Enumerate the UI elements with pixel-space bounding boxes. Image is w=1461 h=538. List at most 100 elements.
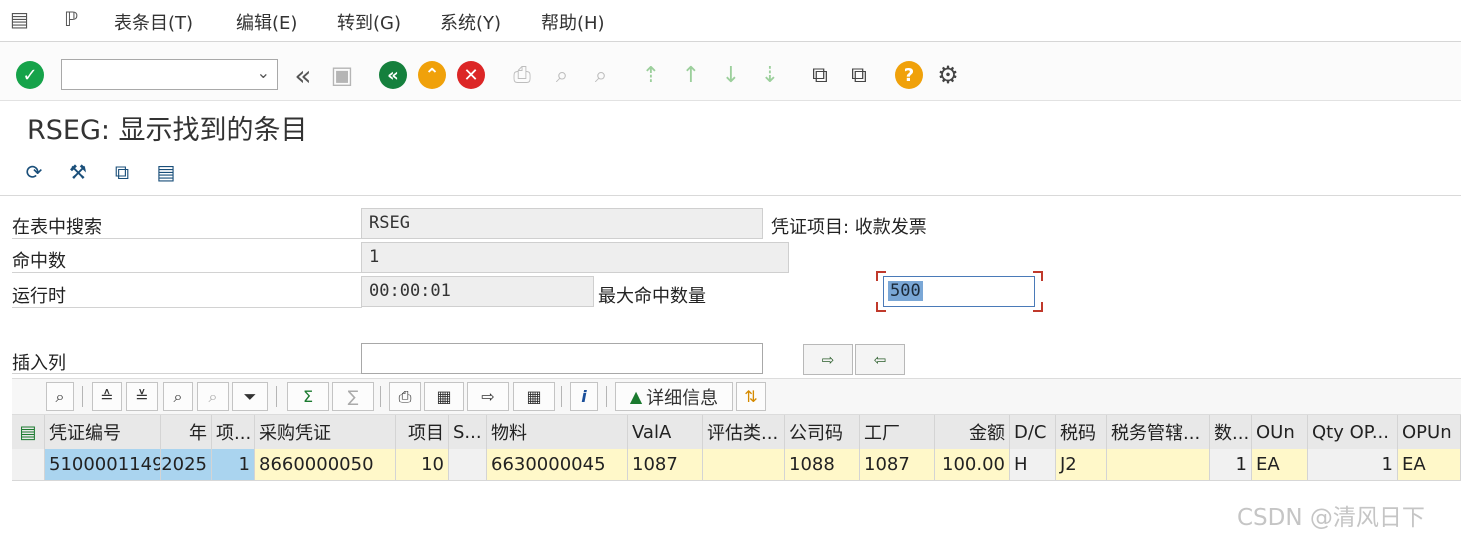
menu-item-system[interactable]: 系统(Y) — [440, 9, 501, 35]
document-icon[interactable]: ▤ — [152, 158, 180, 186]
layout-icon: ▦ — [526, 387, 542, 406]
cancel-button[interactable]: ✕ — [456, 60, 486, 90]
column-header[interactable]: 数... — [1210, 415, 1252, 449]
table-cell[interactable]: J2 — [1056, 449, 1107, 480]
menu-item-edit[interactable]: 编辑(E) — [236, 9, 297, 35]
last-page-icon[interactable]: ⇣ — [755, 60, 785, 90]
select-all-icon[interactable]: ▤ — [12, 415, 45, 449]
table-cell[interactable]: 1 — [1210, 449, 1252, 480]
table-cell[interactable]: 1 — [212, 449, 255, 480]
back-double-chevron-icon[interactable]: « — [288, 59, 318, 92]
menu-icon[interactable]: ▤ — [10, 7, 29, 31]
menu-item-help[interactable]: 帮助(H) — [541, 9, 605, 35]
binoculars-icon: ⌕ — [173, 386, 183, 406]
table-cell[interactable]: 1087 — [628, 449, 703, 480]
find-next-button[interactable]: ⌕ — [197, 382, 229, 411]
previous-page-icon[interactable]: ↑ — [676, 60, 706, 90]
column-header[interactable]: 公司码 — [785, 415, 860, 449]
command-field[interactable]: ⌄ — [61, 59, 278, 90]
runtime-field: 00:00:01 — [361, 276, 594, 307]
sort-direction-button[interactable]: ⇅ — [736, 382, 766, 411]
find-icon[interactable]: ⌕ — [547, 60, 577, 90]
column-header[interactable]: 物料 — [487, 415, 628, 449]
separator — [276, 386, 277, 407]
insert-column-button[interactable]: ⇨ — [803, 344, 853, 375]
info-button[interactable]: i — [570, 382, 598, 411]
column-header[interactable]: D/C — [1010, 415, 1056, 449]
column-header[interactable]: 采购凭证 — [255, 415, 396, 449]
grid-toolbar: ⌕ ≙ ≚ ⌕ ⌕ ⏷ Σ ∑ ⎙ ▦ ⇨ ▦ i ▲ 详细信息 ⇅ — [12, 378, 1461, 415]
watermark: CSDN @清风日下 — [1237, 505, 1425, 531]
table-cell[interactable]: 6630000045 — [487, 449, 628, 480]
table-cell[interactable]: 100.00 — [935, 449, 1010, 480]
print-preview-button[interactable]: ⎙ — [389, 382, 421, 411]
table-cell[interactable] — [1107, 449, 1210, 480]
column-header[interactable]: 工厂 — [860, 415, 935, 449]
filter-button[interactable]: ⏷ — [232, 382, 268, 411]
menu-item-goto[interactable]: 转到(G) — [337, 9, 401, 35]
puzzle-icon[interactable]: ⧉ — [108, 158, 136, 186]
column-header[interactable]: 税务管辖... — [1107, 415, 1210, 449]
sort-direction-icon: ⇅ — [744, 387, 758, 406]
column-header[interactable]: 项目 — [396, 415, 449, 449]
subtotal-button[interactable]: ∑ — [332, 382, 374, 411]
column-header[interactable]: 税码 — [1056, 415, 1107, 449]
next-page-icon[interactable]: ↓ — [716, 60, 746, 90]
print-icon[interactable]: ⎙ — [507, 60, 537, 90]
exit-button[interactable]: ⌃ — [417, 60, 447, 90]
create-session-icon[interactable]: ⧉ — [805, 60, 835, 90]
table-cell[interactable]: 10 — [396, 449, 449, 480]
column-header[interactable]: S... — [449, 415, 487, 449]
column-header[interactable]: 评估类... — [703, 415, 785, 449]
views-button[interactable]: ▦ — [424, 382, 464, 411]
chevron-down-icon[interactable]: ⌄ — [257, 63, 270, 82]
table-cell[interactable]: 1087 — [860, 449, 935, 480]
row-selector[interactable] — [12, 449, 45, 480]
refresh-icon[interactable]: ⟳ — [20, 158, 48, 186]
help-button[interactable]: ? — [894, 60, 924, 90]
column-header[interactable]: 年 — [161, 415, 212, 449]
sort-ascending-button[interactable]: ≙ — [92, 382, 122, 411]
save-icon[interactable]: ▣ — [327, 60, 357, 90]
table-cell[interactable]: EA — [1252, 449, 1308, 480]
table-row[interactable]: 5100001149 2025 1 8660000050 10 66300000… — [12, 449, 1461, 481]
sort-descending-button[interactable]: ≚ — [126, 382, 158, 411]
details-button[interactable]: ▲ 详细信息 — [615, 382, 733, 411]
total-button[interactable]: Σ — [287, 382, 329, 411]
export-button[interactable]: ⇨ — [467, 382, 509, 411]
table-cell[interactable]: 8660000050 — [255, 449, 396, 480]
shortcut-icon[interactable]: ⧉ — [844, 60, 874, 90]
menu-item-table-entry[interactable]: 表条目(T) — [114, 9, 193, 35]
runtime-label: 运行时 — [12, 286, 66, 307]
detail-view-button[interactable]: ⌕ — [46, 382, 74, 411]
max-hits-input[interactable]: 500 — [883, 276, 1035, 307]
gear-icon[interactable]: ⚙ — [933, 60, 963, 90]
find-button[interactable]: ⌕ — [163, 382, 193, 411]
column-header[interactable]: 凭证编号 — [45, 415, 161, 449]
help-icon: ? — [895, 61, 923, 89]
layout-button[interactable]: ▦ — [513, 382, 555, 411]
table-cell[interactable] — [449, 449, 487, 480]
back-button[interactable]: « — [378, 60, 408, 90]
table-cell[interactable]: H — [1010, 449, 1056, 480]
enter-button[interactable]: ✓ — [15, 60, 45, 90]
first-page-icon[interactable]: ⇡ — [636, 60, 666, 90]
table-cell[interactable]: 2025 — [161, 449, 212, 480]
more-icon[interactable]: ℙ — [64, 7, 78, 31]
table-cell[interactable]: 5100001149 — [45, 449, 161, 480]
column-header[interactable]: ValA — [628, 415, 703, 449]
column-header[interactable]: 金额 — [935, 415, 1010, 449]
find-next-icon[interactable]: ⌕ — [586, 60, 616, 90]
column-header[interactable]: 项... — [212, 415, 255, 449]
table-cell[interactable]: 1088 — [785, 449, 860, 480]
column-header[interactable]: Qty OP... — [1308, 415, 1398, 449]
separator — [82, 386, 83, 407]
insert-column-input[interactable] — [361, 343, 763, 374]
tools-icon[interactable]: ⚒ — [64, 158, 92, 186]
table-cell[interactable] — [703, 449, 785, 480]
remove-column-button[interactable]: ⇦ — [855, 344, 905, 375]
column-header[interactable]: OPUn — [1398, 415, 1461, 449]
column-header[interactable]: OUn — [1252, 415, 1308, 449]
table-cell[interactable]: EA — [1398, 449, 1461, 480]
table-cell[interactable]: 1 — [1308, 449, 1398, 480]
